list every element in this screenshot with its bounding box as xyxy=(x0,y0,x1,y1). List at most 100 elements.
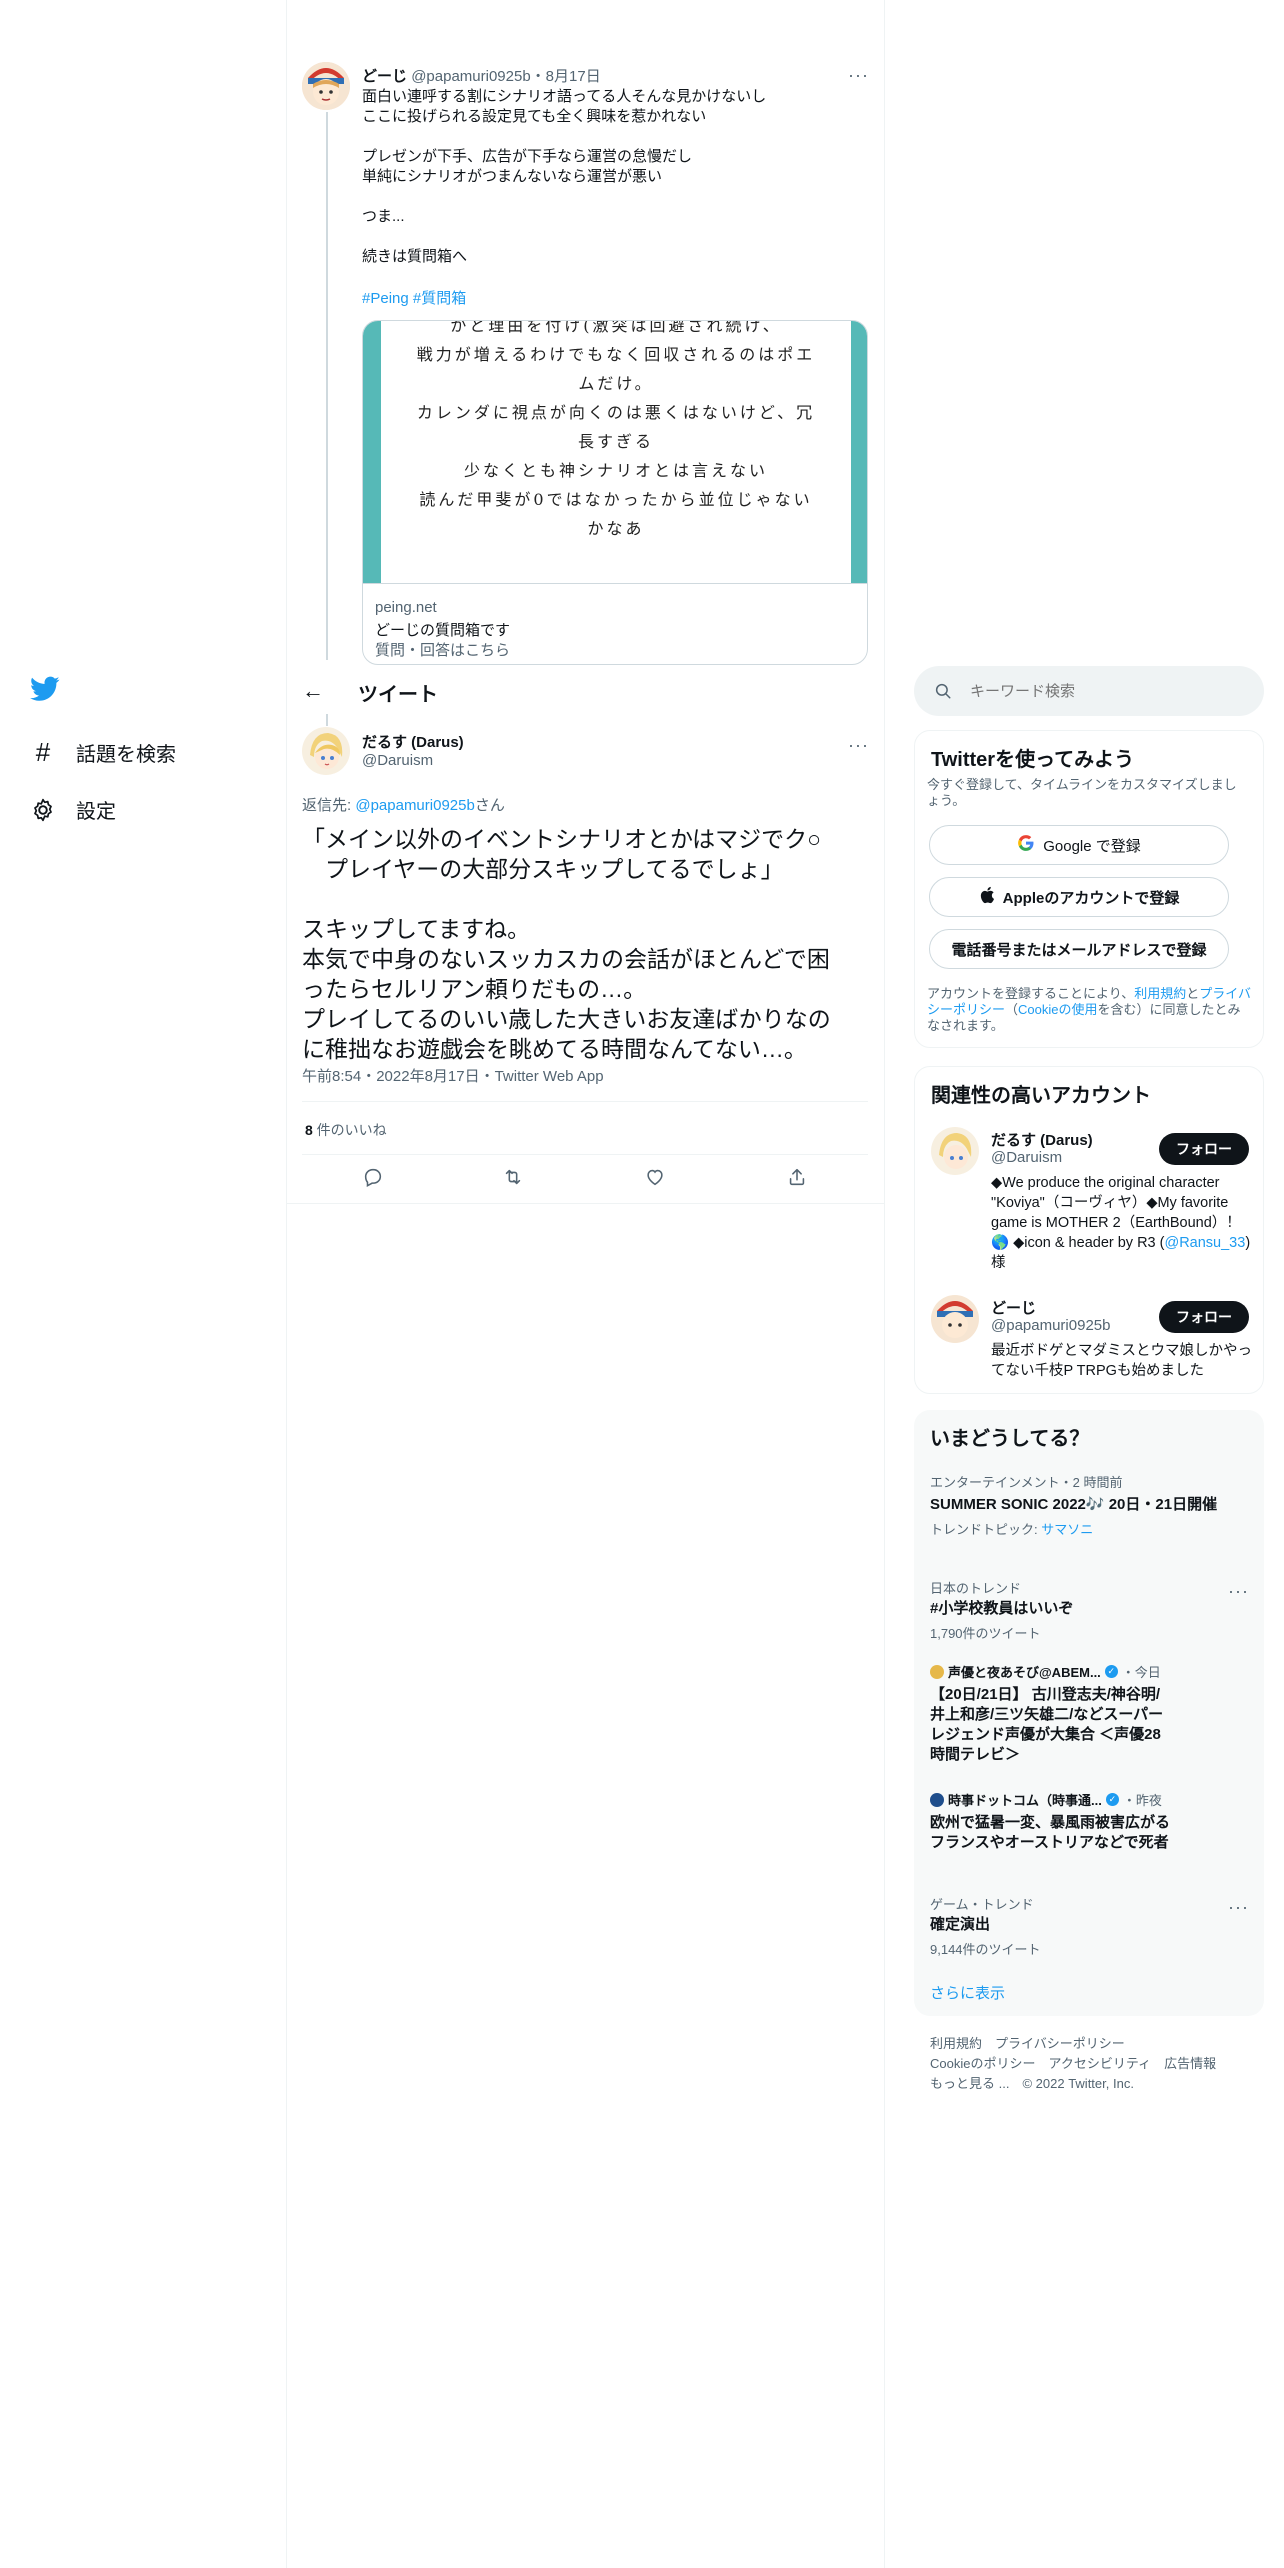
trend-meta-0: エンターテインメント・2 時間前 xyxy=(930,1475,1123,1490)
footer-privacy-link[interactable]: プライバシーポリシー xyxy=(995,2036,1125,2051)
phone-email-signup-button[interactable]: 電話番号またはメールアドレスで登録 xyxy=(929,929,1229,969)
google-signup-label: Google で登録 xyxy=(1043,837,1141,855)
related-avatar-doji[interactable] xyxy=(931,1295,979,1343)
parent-author-name[interactable]: どーじ xyxy=(362,68,407,85)
trend-more-icon-4[interactable]: ··· xyxy=(1228,1898,1249,1916)
related-name-darus[interactable]: だるす (Darus) xyxy=(991,1129,1093,1150)
footer-terms-link[interactable]: 利用規約 xyxy=(930,2036,982,2051)
card-image: かと理由を付け(激突は回避され続け、 戦力が増えるわけでもなく回収されるのはポエ… xyxy=(363,321,867,583)
tweet-timestamp[interactable]: 午前8:54・2022年8月17日・Twitter Web App xyxy=(302,1065,604,1086)
reply-to-line: 返信先: @papamuri0925bさん xyxy=(302,794,505,815)
main-author-avatar[interactable] xyxy=(302,727,350,775)
phone-email-signup-label: 電話番号またはメールアドレスで登録 xyxy=(951,941,1207,959)
parent-more-icon[interactable]: ··· xyxy=(848,66,869,84)
trend-source-line-3: 時事ドットコム（時事通... ✓ ・昨夜 xyxy=(930,1790,1170,1809)
search-icon xyxy=(934,682,952,705)
related-avatar-darus[interactable] xyxy=(931,1127,979,1175)
retweet-icon[interactable] xyxy=(502,1166,524,1188)
google-signup-button[interactable]: Google で登録 xyxy=(929,825,1229,865)
gear-icon xyxy=(30,797,56,823)
news-source-avatar-2 xyxy=(930,1664,944,1679)
trend-item-2[interactable]: 声優と夜あそび@ABEM... ✓ ・今日 【20日/21日】 古川登志夫/神谷… xyxy=(930,1662,1170,1765)
main-tweet-text: 「メイン以外のイベントシナリオとかはマジでク○ プレイヤーの大部分スキップしてる… xyxy=(302,826,831,1062)
like-icon[interactable] xyxy=(644,1166,666,1188)
signup-title: Twitterを使ってみよう xyxy=(931,749,1135,771)
footer-line-2: Cookieのポリシー アクセシビリティ 広告情報 xyxy=(930,2054,1260,2074)
footer-ads-link[interactable]: 広告情報 xyxy=(1164,2056,1216,2071)
nav-explore-label: 話題を検索 xyxy=(76,744,176,766)
trend-name-4: 確定演出 xyxy=(930,1916,991,1933)
right-column-divider xyxy=(884,0,885,2568)
reply-handle[interactable]: @papamuri0925b xyxy=(355,797,474,814)
terms-prefix: アカウントを登録することにより、 xyxy=(927,986,1135,1001)
footer: 利用規約 プライバシーポリシー Cookieのポリシー アクセシビリティ 広告情… xyxy=(930,2034,1260,2094)
verified-badge-icon: ✓ xyxy=(1105,1793,1119,1806)
reply-suffix: さん xyxy=(474,797,505,814)
search-box[interactable] xyxy=(914,666,1264,716)
card-divider xyxy=(363,583,867,584)
terms-link[interactable]: 利用規約 xyxy=(1134,986,1186,1001)
trend-time-2: ・今日 xyxy=(1121,1665,1161,1680)
related-bio-darus: ◆We produce the original character "Kovi… xyxy=(991,1173,1253,1273)
trend-meta-1: 日本のトレンド xyxy=(930,1581,1022,1596)
trend-source-2: 声優と夜あそび@ABEM... xyxy=(948,1665,1101,1680)
related-name-doji[interactable]: どーじ xyxy=(991,1297,1036,1318)
footer-more-link[interactable]: もっと見る ... xyxy=(930,2076,1009,2091)
terms-and: と xyxy=(1186,986,1200,1001)
back-arrow-icon[interactable]: ← xyxy=(302,678,324,704)
footer-accessibility-link[interactable]: アクセシビリティ xyxy=(1048,2056,1151,2071)
trend-meta-4: ゲーム・トレンド xyxy=(930,1897,1034,1912)
parent-hashtags[interactable]: #Peing #質問箱 xyxy=(362,287,466,308)
search-input[interactable] xyxy=(970,678,1240,704)
footer-copyright: © 2022 Twitter, Inc. xyxy=(1022,2076,1134,2091)
trend-source-line-2: 声優と夜あそび@ABEM... ✓ ・今日 xyxy=(930,1662,1170,1681)
trend-item-4[interactable]: ゲーム・トレンド 確定演出 9,144件のツイート xyxy=(930,1894,1250,1958)
parent-author-line: どーじ @papamuri0925b・8月17日 xyxy=(362,65,601,86)
related-bio-doji: 最近ボドゲとマダミスとウマ娘しかやってない千枝P TRPGも始めました xyxy=(991,1343,1252,1379)
nav-explore[interactable]: # 話題を検索 xyxy=(30,737,176,768)
main-more-icon[interactable]: ··· xyxy=(848,736,869,754)
parent-author-avatar[interactable] xyxy=(302,62,350,110)
reply-icon[interactable] xyxy=(362,1166,384,1188)
cookie-link[interactable]: Cookieの使用 xyxy=(1018,1002,1097,1017)
nav-settings[interactable]: 設定 xyxy=(30,795,116,824)
link-card[interactable]: かと理由を付け(激突は回避され続け、 戦力が増えるわけでもなく回収されるのはポエ… xyxy=(362,320,868,665)
trend-item-3[interactable]: 時事ドットコム（時事通... ✓ ・昨夜 欧州で猛暑一変、暴風雨被害広がる フラ… xyxy=(930,1790,1185,1853)
signup-terms: アカウントを登録することにより、利用規約とプライバシーポリシー（Cookieの使… xyxy=(927,986,1253,1034)
follow-button-doji[interactable]: フォロー xyxy=(1159,1301,1249,1333)
parent-tweet-date[interactable]: ・8月17日 xyxy=(531,68,601,85)
related-handle-doji[interactable]: @papamuri0925b xyxy=(991,1317,1110,1334)
likes-count: 8 xyxy=(305,1122,313,1138)
share-icon[interactable] xyxy=(786,1166,808,1188)
trend-name-1: #小学校教員はいいぞ xyxy=(930,1600,1074,1617)
trends-panel: いまどうしてる？ エンターテインメント・2 時間前 SUMMER SONIC 2… xyxy=(914,1410,1264,2016)
apple-signup-button[interactable]: Appleのアカウントで登録 xyxy=(929,877,1229,917)
related-handle-darus[interactable]: @Daruism xyxy=(991,1149,1062,1166)
related-bio-darus-link[interactable]: @Ransu_33 xyxy=(1164,1235,1245,1251)
follow-button-darus[interactable]: フォロー xyxy=(1159,1133,1249,1165)
main-author-name[interactable]: だるす (Darus) xyxy=(362,731,464,752)
trend-more-icon-1[interactable]: ··· xyxy=(1228,1582,1249,1600)
likes-stat[interactable]: 8 件のいいね xyxy=(305,1120,387,1140)
footer-line-3: もっと見る ... © 2022 Twitter, Inc. xyxy=(930,2074,1260,2094)
trend-sub-link-0[interactable]: サマソニ xyxy=(1041,1522,1093,1537)
main-author-handle[interactable]: @Daruism xyxy=(362,752,433,769)
parent-author-handle[interactable]: @papamuri0925b xyxy=(411,68,530,85)
page-title: ツイート xyxy=(358,684,438,706)
trend-item-1[interactable]: 日本のトレンド #小学校教員はいいぞ 1,790件のツイート xyxy=(930,1578,1250,1642)
signup-panel: Twitterを使ってみよう 今すぐ登録して、タイムラインをカスタマイズしましょ… xyxy=(914,730,1264,1048)
trend-sub-prefix-0: トレンドトピック: xyxy=(930,1522,1042,1537)
show-more-link[interactable]: さらに表示 xyxy=(930,1982,1005,2003)
likes-label: 件のいいね xyxy=(312,1122,387,1138)
trend-name-2: 【20日/21日】 古川登志夫/神谷明/井上和彦/三ツ矢雄二/などスーパーレジェ… xyxy=(930,1686,1164,1763)
trend-item-0[interactable]: エンターテインメント・2 時間前 SUMMER SONIC 2022🎶 20日・… xyxy=(930,1472,1250,1538)
cookie-open: （ xyxy=(1005,1002,1019,1017)
thread-line-top xyxy=(326,714,328,726)
parent-tweet-text: 面白い連呼する割にシナリオ語ってる人そんな見かけないし ここに投げられる設定見て… xyxy=(362,88,767,265)
signup-subtitle: 今すぐ登録して、タイムラインをカスタマイズしましょう。 xyxy=(927,777,1237,808)
twitter-logo-icon[interactable] xyxy=(30,676,64,706)
trend-source-3: 時事ドットコム（時事通... xyxy=(948,1793,1102,1808)
related-title: 関連性の高いアカウント xyxy=(931,1085,1151,1107)
footer-cookie-link[interactable]: Cookieのポリシー xyxy=(930,2056,1035,2071)
nav-settings-label: 設定 xyxy=(76,801,116,823)
